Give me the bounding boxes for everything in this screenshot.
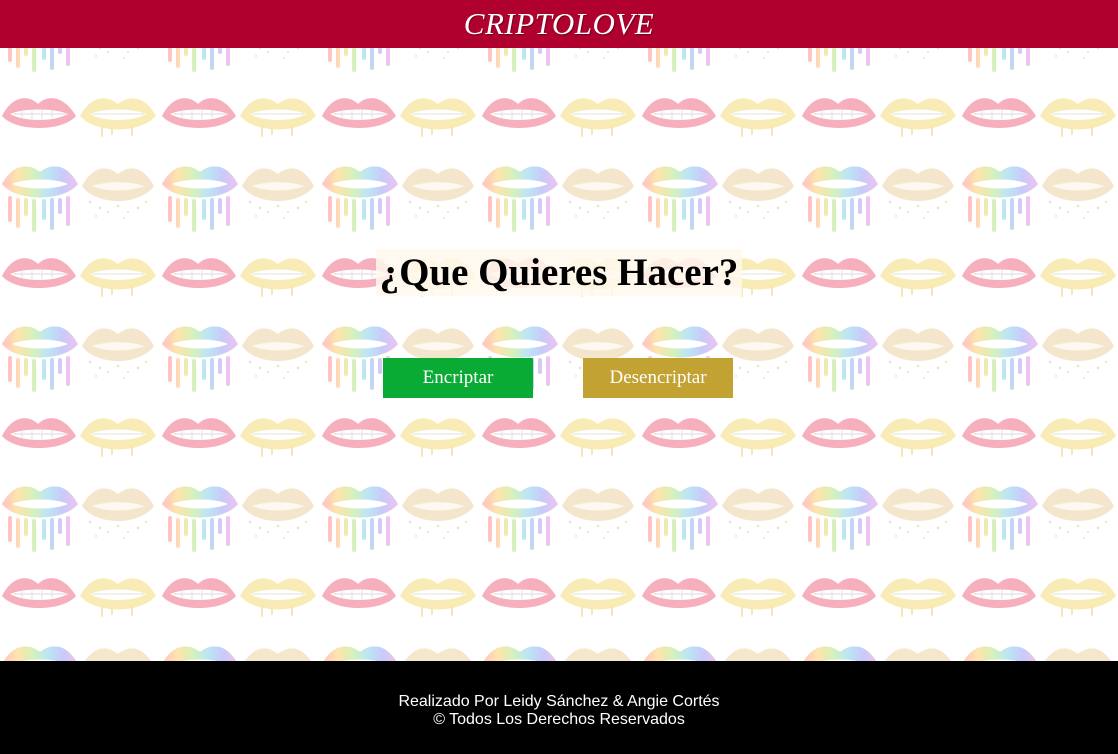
footer-credit: Realizado Por Leidy Sánchez & Angie Cort… <box>398 693 720 710</box>
question-heading: ¿Que Quieres Hacer? <box>375 249 743 296</box>
footer: Realizado Por Leidy Sánchez & Angie Cort… <box>0 661 1118 754</box>
footer-copyright: © Todos Los Derechos Reservados <box>433 711 685 728</box>
page-heading: ¿Que Quieres Hacer? <box>0 249 1118 296</box>
lips-pattern-background <box>0 48 1118 661</box>
header-bar: CRIPTOLOVE <box>0 0 1118 48</box>
decrypt-button[interactable]: Desencriptar <box>583 358 733 398</box>
main-section: ¿Que Quieres Hacer? Encriptar Desencript… <box>0 48 1118 661</box>
brand-logo-text: CRIPTOLOVE <box>463 6 655 41</box>
encrypt-button[interactable]: Encriptar <box>383 358 533 398</box>
